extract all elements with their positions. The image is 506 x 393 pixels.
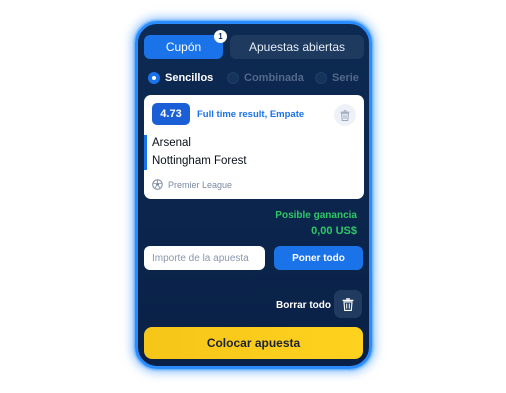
radio-singles-label: Sencillos [165,72,214,84]
league-row: Premier League [152,179,232,190]
clear-all-button[interactable] [334,290,362,318]
potential-win-value: 0,00 US$ [311,225,357,237]
remove-bet-button[interactable] [334,104,356,126]
stake-all-button[interactable]: Poner todo [274,246,363,270]
trash-icon [340,109,350,121]
tab-open-bets-label: Apuestas abiertas [248,40,346,54]
tab-open-bets[interactable]: Apuestas abiertas [230,35,364,59]
radio-combined[interactable]: Combinada [227,72,304,84]
place-bet-label: Colocar apuesta [206,336,301,350]
radio-series[interactable]: Serie [315,72,359,84]
clear-all-label: Borrar todo [276,300,331,311]
tab-coupon-label: Cupón [165,40,202,54]
team-away: Nottingham Forest [152,155,247,167]
stake-input[interactable] [144,246,265,270]
soccer-ball-icon [152,179,163,190]
bet-type-selector: Sencillos Combinada Serie [148,72,369,88]
bet-card: 4.73 Full time result, Empate Arsenal No… [144,95,364,199]
radio-singles[interactable]: Sencillos [148,72,213,84]
selection-accent-bar [144,135,147,170]
radio-unselected-icon [227,72,239,84]
radio-combined-label: Combinada [244,72,304,84]
league-name: Premier League [168,179,233,190]
radio-series-label: Serie [332,72,359,84]
market-label: Full time result, Empate [197,109,305,120]
odds-badge: 4.73 [152,103,190,125]
place-bet-button[interactable]: Colocar apuesta [144,327,363,359]
radio-unselected-icon [315,72,327,84]
stake-all-label: Poner todo [292,252,345,264]
potential-win-label: Posible ganancia [275,210,357,221]
coupon-count-badge: 1 [214,30,227,43]
radio-selected-icon [148,72,160,84]
team-home: Arsenal [152,137,191,149]
tab-coupon[interactable]: Cupón [144,35,223,59]
trash-icon [342,297,354,311]
bet-slip-panel: Cupón 1 Apuestas abiertas Sencillos Comb… [135,21,372,369]
